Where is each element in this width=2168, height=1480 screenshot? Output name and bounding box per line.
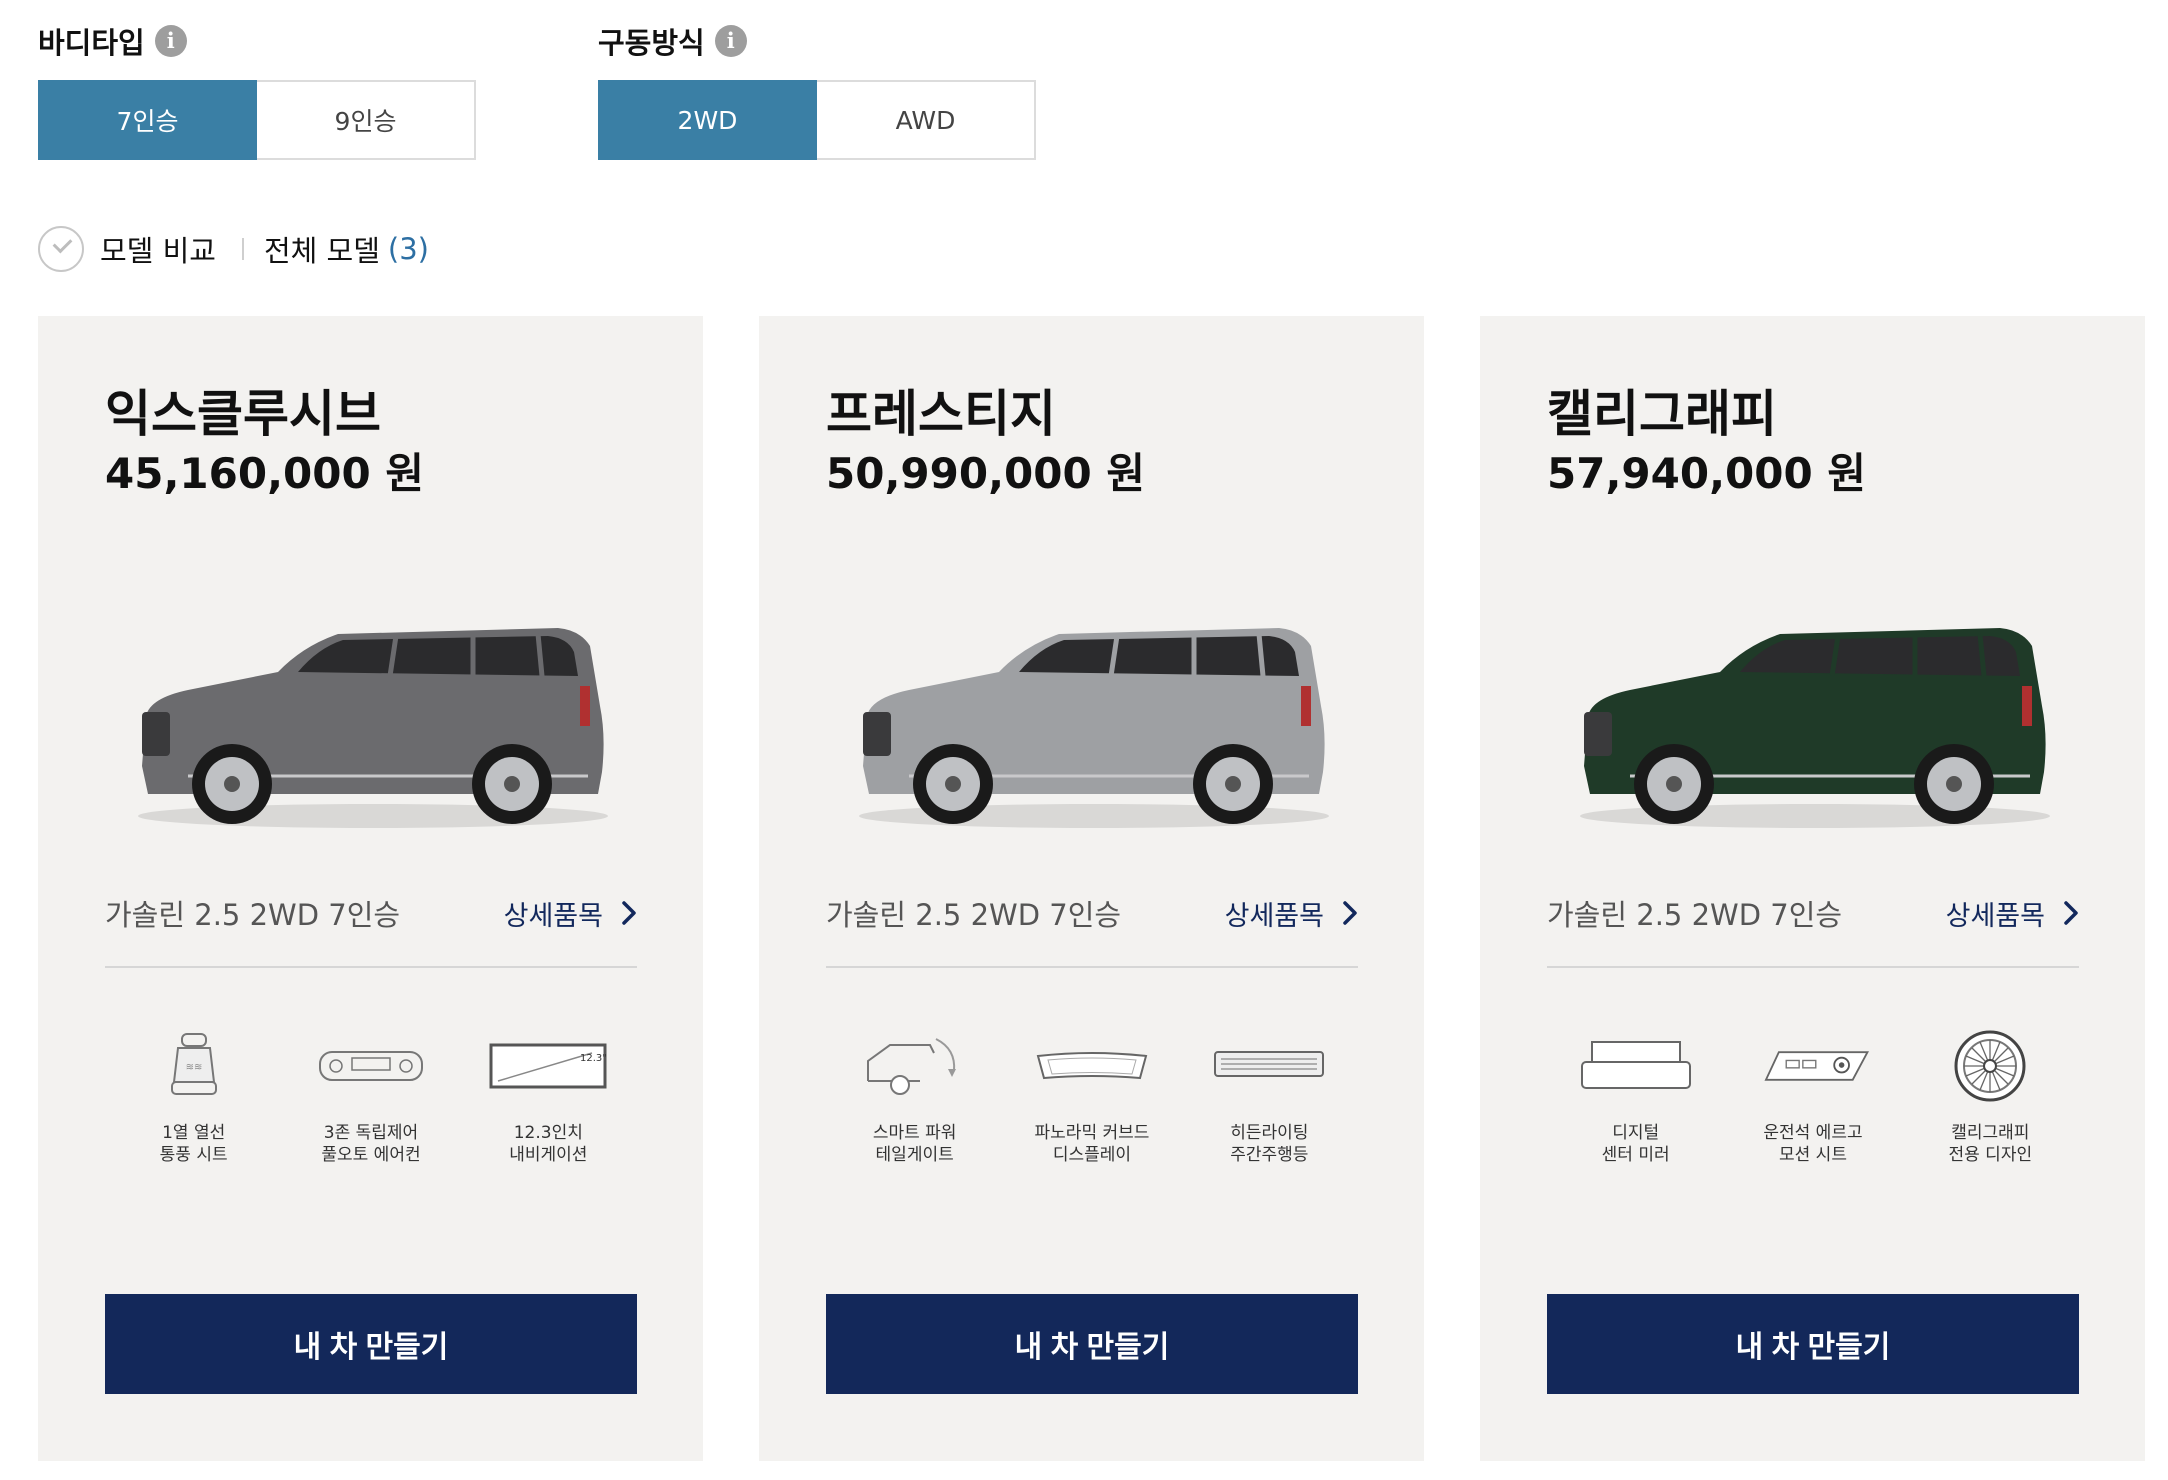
body-type-filter: 바디타입 i 7인승 9인승	[38, 22, 476, 160]
climate-control-icon	[311, 1028, 431, 1104]
feature-item: 파노라믹 커브드 디스플레이	[1012, 1028, 1172, 1166]
feature-label: 파노라믹 커브드 디스플레이	[1034, 1123, 1150, 1165]
car-image	[849, 616, 1339, 841]
trim-row: 가솔린 2.5 2WD 7인승 상세품목	[105, 890, 637, 936]
detail-link-label: 상세품목	[1945, 900, 2045, 932]
navigation-screen-icon: 12.3"	[488, 1028, 608, 1104]
compare-row: 모델 비교 전체 모델 (3)	[38, 226, 429, 272]
model-card: 프레스티지 50,990,000 원가솔린 2.5 2WD 7인승 상세품목스마트 …	[759, 316, 1424, 1461]
model-price: 57,940,000 원	[1547, 449, 1866, 498]
svg-text:12.3": 12.3"	[580, 1053, 607, 1064]
body-type-title: 바디타입 i	[38, 22, 476, 60]
feature-item: 디지털 센터 미러	[1556, 1028, 1716, 1166]
trim-row: 가솔린 2.5 2WD 7인승 상세품목	[1547, 890, 2079, 936]
body-type-option-7[interactable]: 7인승	[38, 80, 257, 160]
feature-label: 3존 독립제어 풀오토 에어컨	[321, 1123, 421, 1165]
build-car-button[interactable]: 내 차 만들기	[826, 1294, 1358, 1394]
card-divider	[826, 966, 1358, 968]
card-divider	[105, 966, 637, 968]
trim-label: 가솔린 2.5 2WD 7인승	[1547, 898, 1843, 932]
feature-item: 스마트 파워 테일게이트	[835, 1028, 995, 1166]
all-models-count: (3)	[387, 232, 429, 266]
compare-checkbox[interactable]	[38, 226, 84, 272]
build-car-button[interactable]: 내 차 만들기	[1547, 1294, 2079, 1394]
feature-item: 3존 독립제어 풀오토 에어컨	[291, 1028, 451, 1166]
drive-filter: 구동방식 i 2WD AWD	[598, 22, 1036, 160]
feature-label: 캘리그래피 전용 디자인	[1948, 1123, 2033, 1165]
feature-item: 캘리그래피 전용 디자인	[1910, 1028, 2070, 1166]
detail-link-label: 상세품목	[1224, 900, 1324, 932]
model-name: 프레스티지	[826, 385, 1056, 443]
calligraphy-wheel-icon	[1930, 1028, 2050, 1104]
card-divider	[1547, 966, 2079, 968]
compare-label[interactable]: 모델 비교	[100, 228, 216, 270]
drive-segment: 2WD AWD	[598, 80, 1036, 160]
body-type-option-9[interactable]: 9인승	[257, 80, 476, 160]
feature-label: 스마트 파워 테일게이트	[872, 1123, 957, 1165]
build-car-button[interactable]: 내 차 만들기	[105, 1294, 637, 1394]
feature-label: 운전석 에르고 모션 시트	[1763, 1123, 1863, 1165]
model-price: 45,160,000 원	[105, 449, 424, 498]
hidden-drl-icon	[1209, 1028, 1329, 1104]
feature-list: 스마트 파워 테일게이트 파노라믹 커브드 디스플레이 히든라이팅 주간주행등	[826, 1028, 1358, 1166]
car-image	[128, 616, 618, 841]
trim-row: 가솔린 2.5 2WD 7인승 상세품목	[826, 890, 1358, 936]
trim-label: 가솔린 2.5 2WD 7인승	[826, 898, 1122, 932]
model-name: 캘리그래피	[1547, 385, 1777, 443]
svg-text:≋≋: ≋≋	[185, 1062, 202, 1073]
feature-item: 12.3" 12.3인치 내비게이션	[468, 1028, 628, 1166]
body-type-label: 바디타입	[38, 26, 145, 60]
info-icon[interactable]: i	[154, 25, 187, 57]
feature-list: 디지털 센터 미러 운전석 에르고 모션 시트 캘리그래피 전용 디자인	[1547, 1028, 2079, 1166]
model-name: 익스클루시브	[105, 385, 381, 443]
drive-option-awd[interactable]: AWD	[817, 80, 1036, 160]
feature-label: 히든라이팅 주간주행등	[1230, 1123, 1309, 1165]
drive-option-2wd[interactable]: 2WD	[598, 80, 817, 160]
divider	[241, 238, 244, 260]
chevron-right-icon	[2064, 901, 2078, 925]
feature-item: 히든라이팅 주간주행등	[1189, 1028, 1349, 1166]
smart-tailgate-icon	[855, 1028, 975, 1104]
model-card: 캘리그래피 57,940,000 원가솔린 2.5 2WD 7인승 상세품목디지털 …	[1480, 316, 2145, 1461]
detail-link[interactable]: 상세품목	[1225, 894, 1358, 933]
model-price: 50,990,000 원	[826, 449, 1145, 498]
body-type-segment: 7인승 9인승	[38, 80, 476, 160]
digital-mirror-icon	[1576, 1028, 1696, 1104]
drive-label: 구동방식	[598, 26, 705, 60]
detail-link[interactable]: 상세품목	[1946, 894, 2079, 933]
curved-display-icon	[1032, 1028, 1152, 1104]
detail-link[interactable]: 상세품목	[504, 894, 637, 933]
all-models-label: 전체 모델	[263, 234, 380, 268]
feature-item: 운전석 에르고 모션 시트	[1733, 1028, 1893, 1166]
heated-seat-icon: ≋≋	[134, 1028, 254, 1104]
feature-item: ≋≋ 1열 열선 통풍 시트	[114, 1028, 274, 1166]
feature-label: 1열 열선 통풍 시트	[159, 1123, 228, 1165]
chevron-right-icon	[1343, 901, 1357, 925]
feature-label: 디지털 센터 미러	[1601, 1123, 1670, 1165]
feature-label: 12.3인치 내비게이션	[509, 1123, 588, 1165]
chevron-right-icon	[622, 901, 636, 925]
detail-link-label: 상세품목	[503, 900, 603, 932]
car-image	[1570, 616, 2060, 841]
trim-label: 가솔린 2.5 2WD 7인승	[105, 898, 401, 932]
ergo-seat-icon	[1753, 1028, 1873, 1104]
info-icon[interactable]: i	[714, 25, 747, 57]
drive-title: 구동방식 i	[598, 22, 1036, 60]
feature-list: ≋≋ 1열 열선 통풍 시트 3존 독립제어 풀오토 에어컨 12.3" 12.3인치 …	[105, 1028, 637, 1166]
model-card: 익스클루시브 45,160,000 원가솔린 2.5 2WD 7인승 상세품목 ≋≋ 1…	[38, 316, 703, 1461]
